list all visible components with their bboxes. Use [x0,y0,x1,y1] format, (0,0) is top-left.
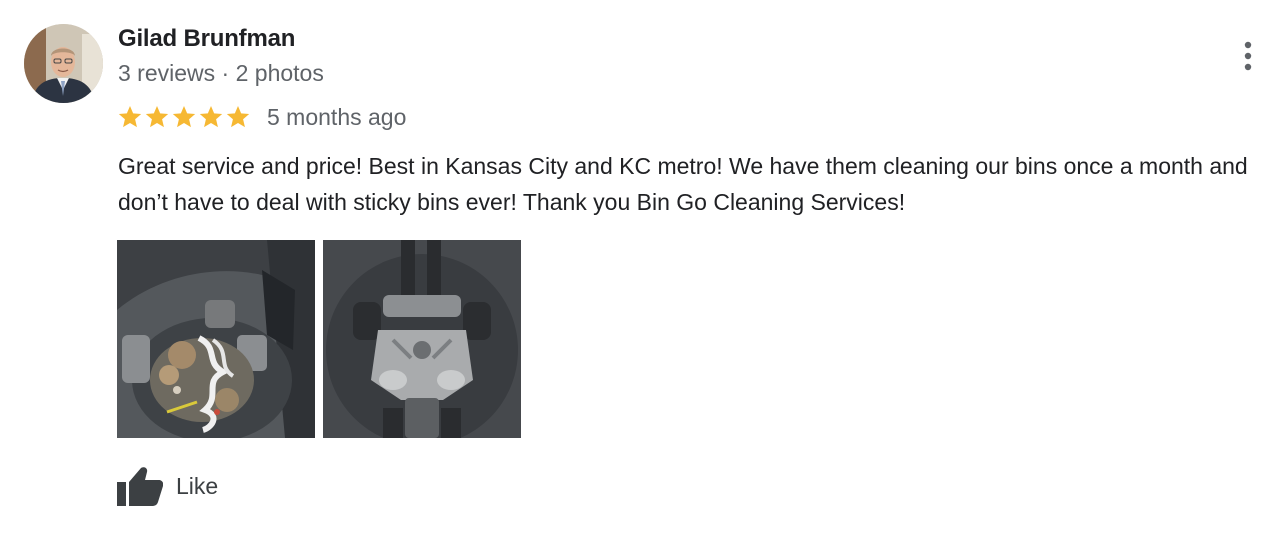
review-date: 5 months ago [267,104,407,130]
reviewer-avatar[interactable] [24,24,103,103]
avatar-photo-icon [24,24,103,103]
reviewer-review-count: 3 reviews [118,60,216,86]
rating-row: 5 months ago [117,101,406,133]
review-photos [117,240,521,438]
reviewer-photo-count: 2 photos [235,60,324,86]
star-icon [226,105,250,128]
more-vert-icon [1244,41,1252,71]
meta-separator: · [221,60,230,86]
clean-bin-photo-icon [323,240,521,438]
reviewer-meta: 3 reviews · 2 photos [118,58,324,88]
star-icon [145,105,169,128]
star-rating [117,104,251,130]
star-icon [199,105,223,128]
reviewer-name[interactable]: Gilad Brunfman [118,24,295,54]
like-button[interactable]: Like [117,466,218,506]
like-label: Like [176,473,219,499]
review-text: Great service and price! Best in Kansas … [118,153,1248,215]
more-options-button[interactable] [1236,38,1260,74]
star-icon [118,105,142,128]
review-card: Gilad Brunfman 3 reviews · 2 photos 5 mo… [0,0,1280,544]
thumbs-up-icon [117,467,163,506]
review-photo-dirty-bin[interactable] [117,240,315,438]
review-photo-clean-bin[interactable] [323,240,521,438]
dirty-bin-photo-icon [117,240,315,438]
star-icon [172,105,196,128]
